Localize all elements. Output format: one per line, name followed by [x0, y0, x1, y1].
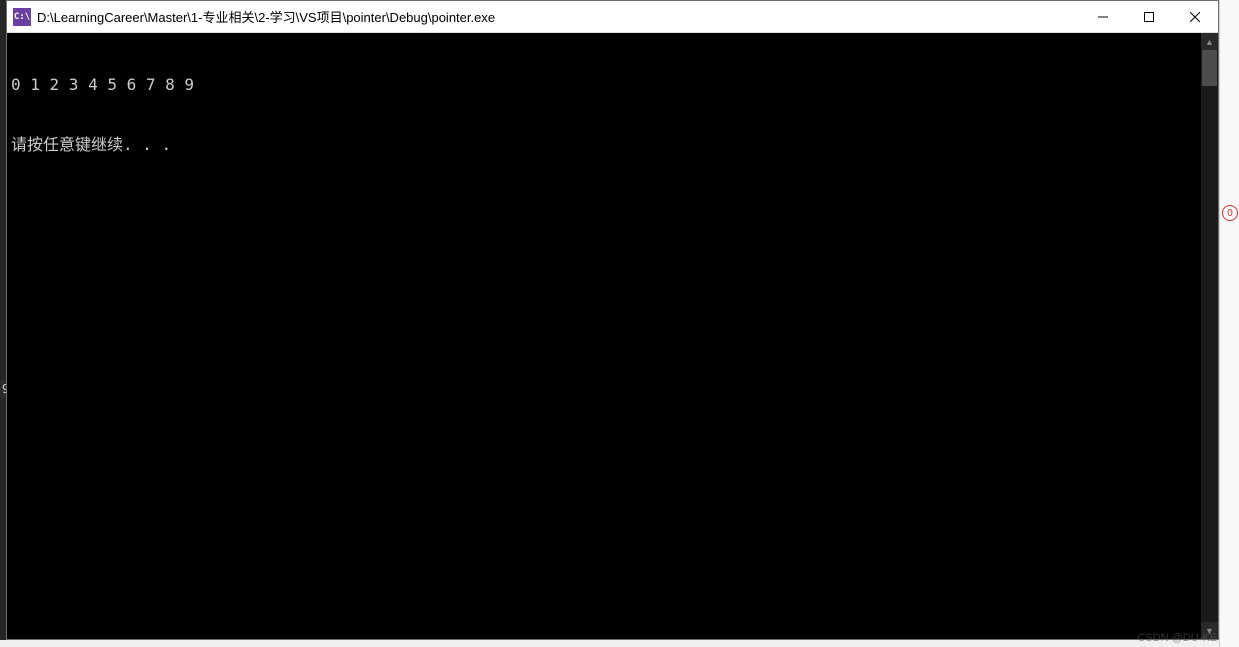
maximize-button[interactable] [1126, 1, 1172, 32]
window-controls [1080, 1, 1218, 32]
window-title: D:\LearningCareer\Master\1-专业相关\2-学习\VS项… [37, 7, 1080, 26]
minimize-button[interactable] [1080, 1, 1126, 32]
watermark-text: CSDN @DU-KE [1137, 632, 1217, 644]
error-badge-icon[interactable]: 0 [1222, 205, 1238, 221]
output-line: 0 1 2 3 4 5 6 7 8 9 [11, 75, 1197, 95]
app-icon: C:\ [13, 8, 31, 26]
console-area[interactable]: 0 1 2 3 4 5 6 7 8 9 请按任意键继续. . . ▲ ▼ [7, 33, 1218, 639]
console-output: 0 1 2 3 4 5 6 7 8 9 请按任意键继续. . . [7, 33, 1201, 639]
close-button[interactable] [1172, 1, 1218, 32]
console-window: C:\ D:\LearningCareer\Master\1-专业相关\2-学习… [6, 0, 1219, 640]
vertical-scrollbar[interactable]: ▲ ▼ [1201, 33, 1218, 639]
titlebar[interactable]: C:\ D:\LearningCareer\Master\1-专业相关\2-学习… [7, 1, 1218, 33]
scroll-up-arrow-icon[interactable]: ▲ [1201, 33, 1218, 50]
minimize-icon [1098, 12, 1108, 22]
maximize-icon [1144, 12, 1154, 22]
ide-side-panel: 0 [1219, 0, 1239, 647]
output-line: 请按任意键继续. . . [11, 135, 1197, 155]
close-icon [1190, 12, 1200, 22]
scroll-thumb[interactable] [1202, 50, 1217, 86]
